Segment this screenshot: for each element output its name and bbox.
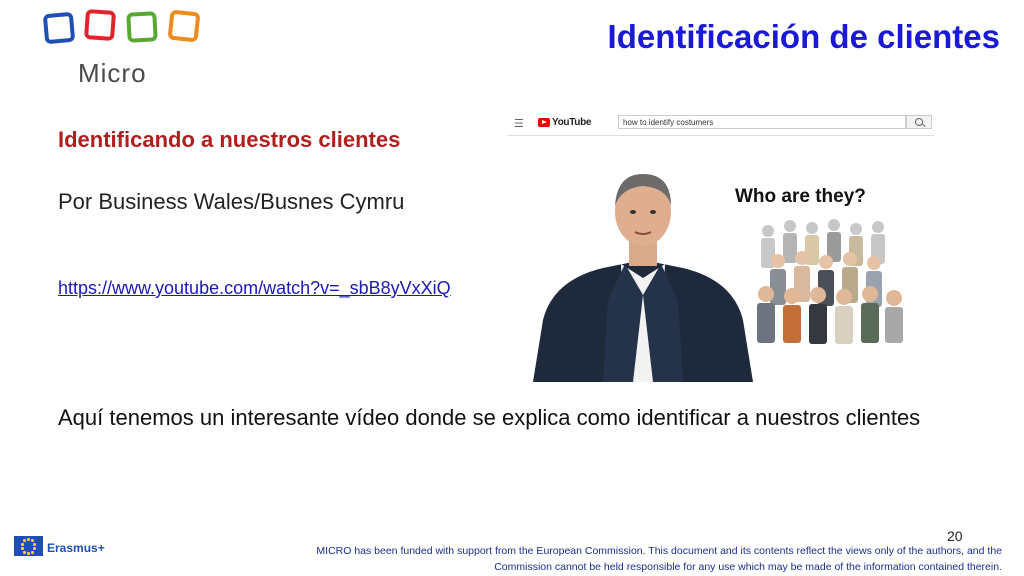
video-link[interactable]: https://www.youtube.com/watch?v=_sbB8yVx…: [58, 277, 468, 300]
youtube-wordmark: YouTube: [552, 117, 592, 128]
search-icon: [906, 115, 932, 129]
hamburger-menu-icon: ☰: [514, 118, 524, 130]
logo-square-orange: [167, 9, 201, 43]
eu-flag-icon: [14, 536, 43, 556]
slide-title: Identificación de clientes: [607, 18, 1000, 55]
slide-subtitle: Identificando a nuestros clientes: [58, 127, 401, 152]
video-caption: Who are they?: [735, 186, 866, 207]
logo-square-green: [126, 11, 158, 43]
youtube-header: ☰ YouTube how to identify costumers: [508, 114, 934, 132]
logo-text: Micro: [78, 58, 147, 88]
page-number: 20: [947, 528, 963, 544]
erasmus-logo-text: Erasmus+: [47, 541, 105, 555]
funding-disclaimer: MICRO has been funded with support from …: [316, 545, 1002, 573]
slide-description: Aquí tenemos un interesante vídeo donde …: [58, 405, 921, 430]
youtube-logo-icon: [538, 118, 550, 127]
logo-square-red: [83, 8, 117, 42]
youtube-search-field: how to identify costumers: [618, 115, 906, 129]
micro-logo: Micro: [42, 8, 214, 88]
crowd-illustration: [757, 219, 903, 344]
presenter-image: [533, 174, 753, 382]
logo-square-blue: [42, 11, 76, 45]
divider: [508, 135, 934, 136]
video-thumbnail[interactable]: ☰ YouTube how to identify costumers Who …: [508, 108, 938, 383]
video-author: Por Business Wales/Busnes Cymru: [58, 189, 405, 214]
